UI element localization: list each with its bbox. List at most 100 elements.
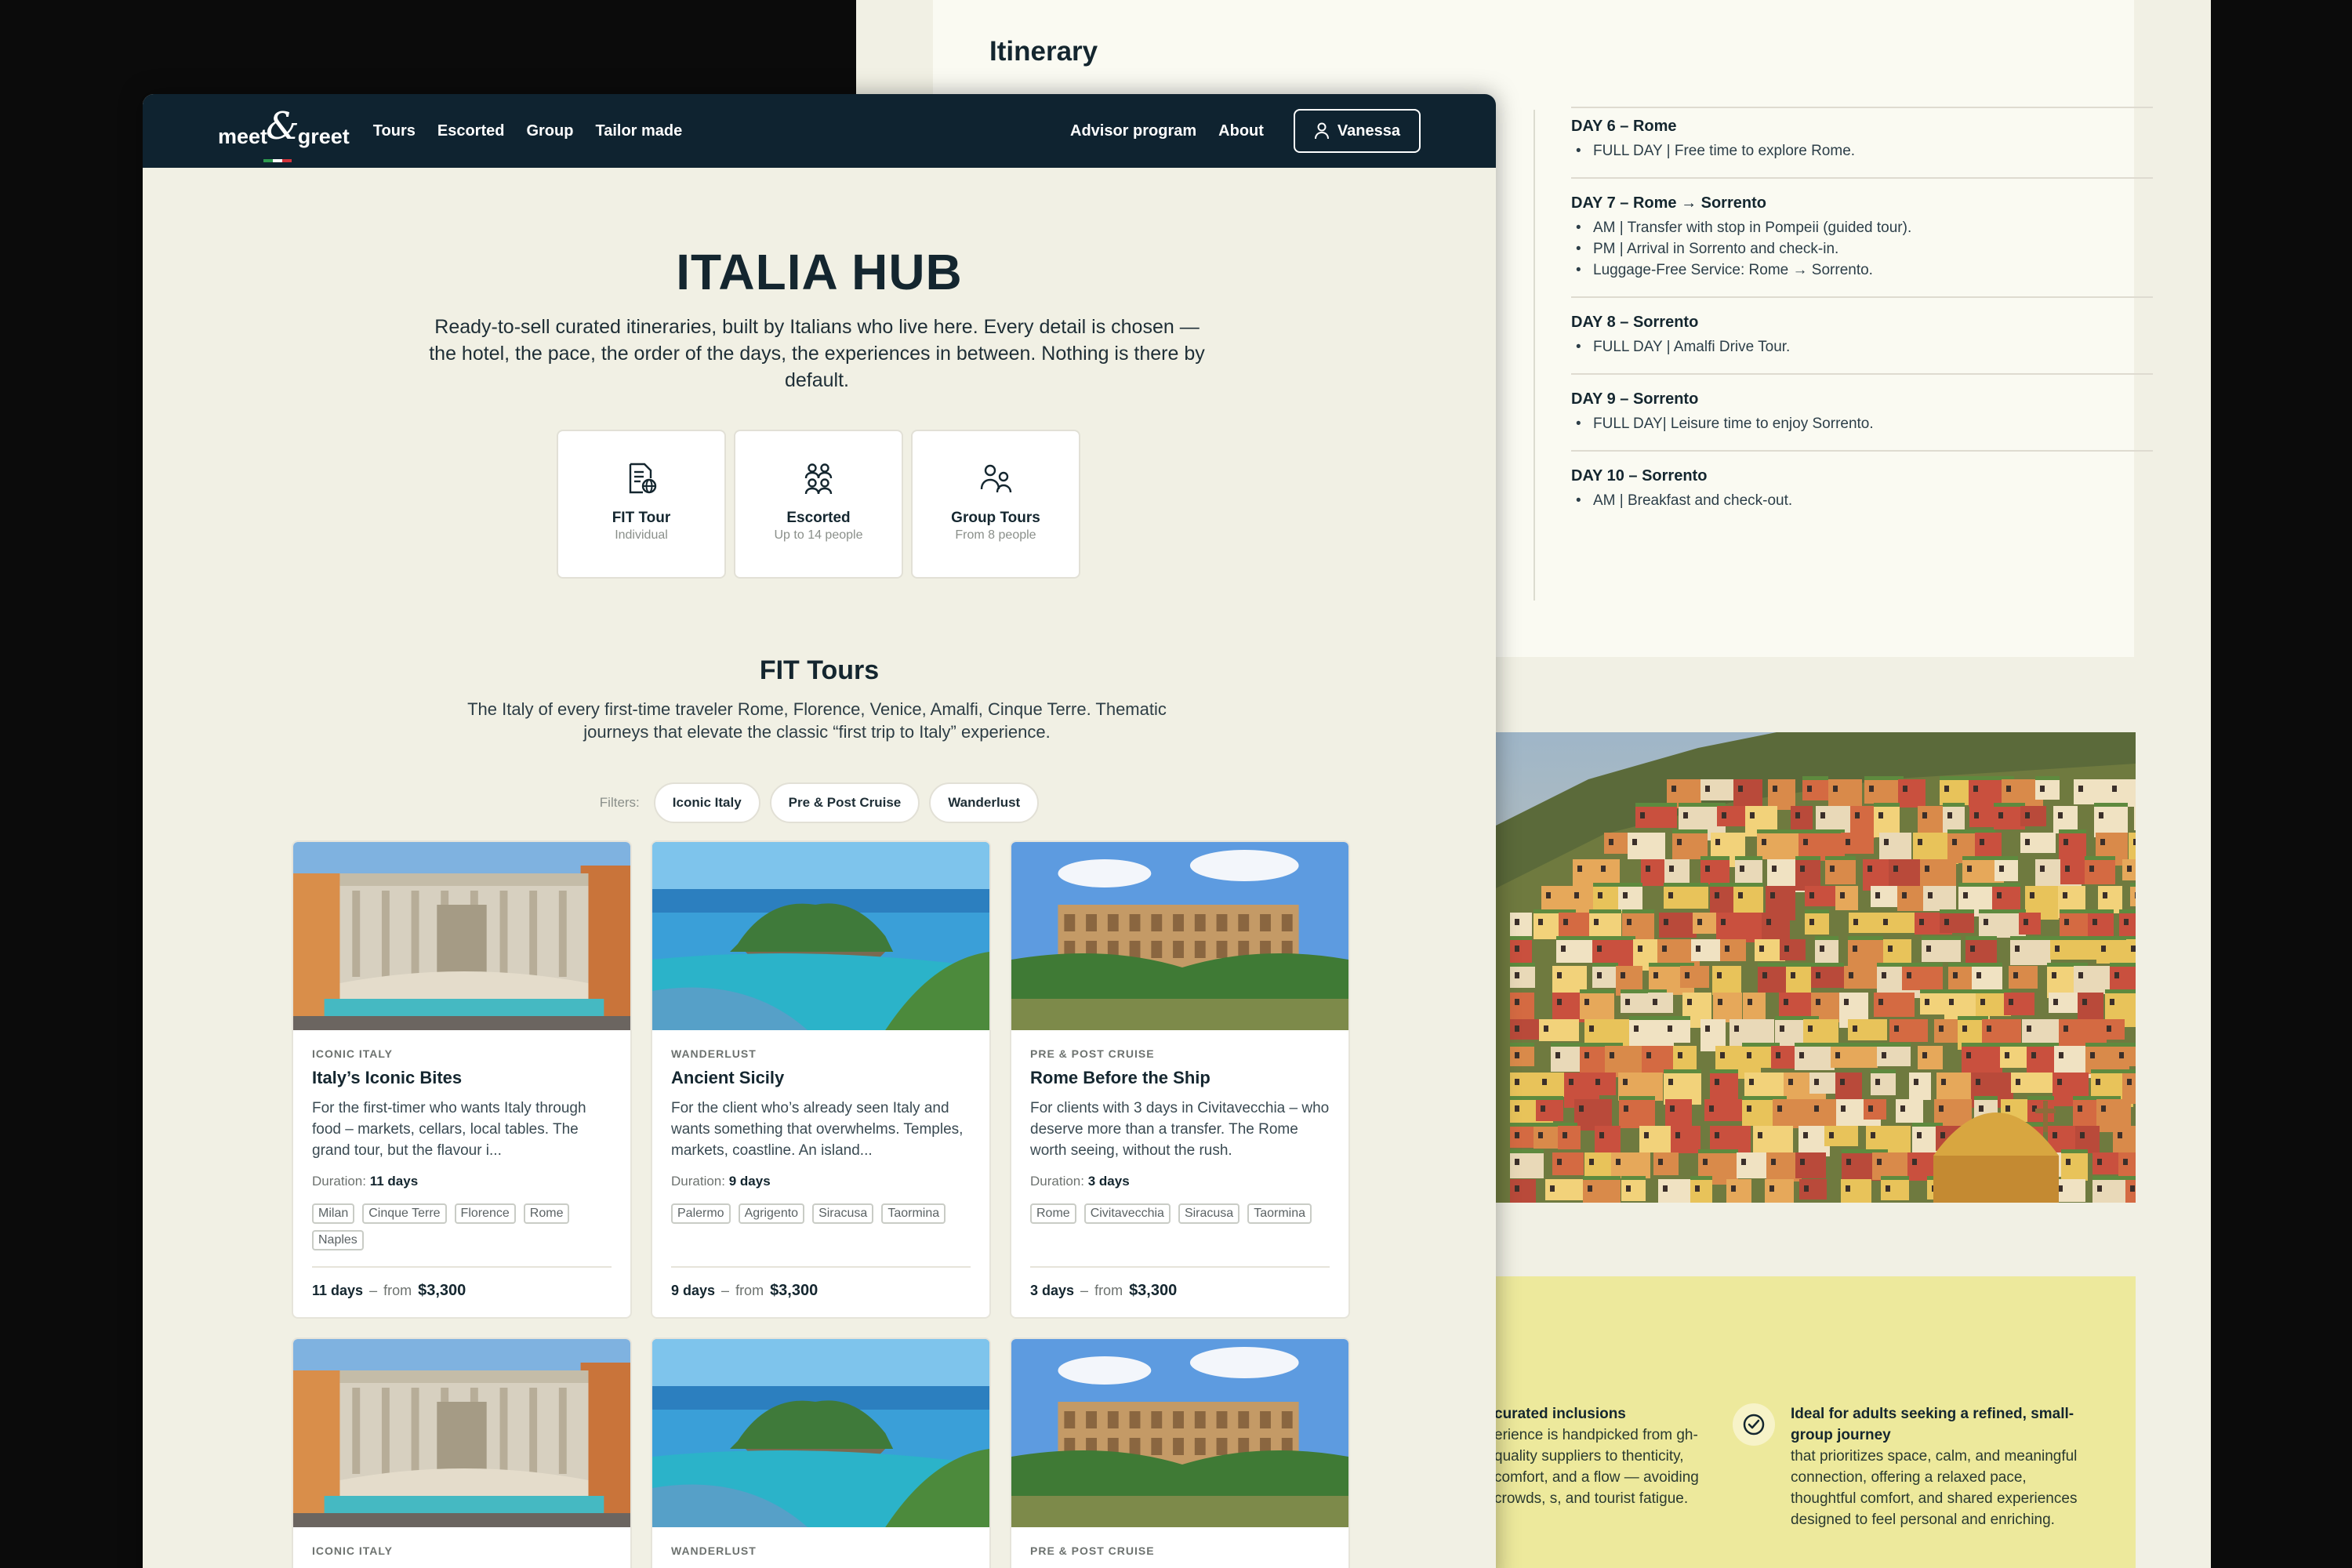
tour-duration-label: Duration: (312, 1174, 366, 1189)
trevi-fountain-photo (293, 842, 630, 1030)
italian-flag-stripe (263, 159, 292, 162)
itinerary-title: Itinerary (989, 36, 1098, 67)
tour-card[interactable]: Pre & Post Cruise Rome Before the Ship Fo… (1010, 840, 1350, 1319)
tour-type-cards: FIT Tour Individual Escorted Up to 14 pe… (557, 430, 1080, 579)
italia-hub-window: meet & greet Tours Escorted Group Tailor m… (143, 94, 1496, 1568)
type-card-title: Group Tours (951, 510, 1040, 526)
logo-text-meet: meet (218, 125, 268, 148)
itinerary-item: PM | Arrival in Sorrento and check-in. (1571, 238, 2153, 260)
itinerary-item: FULL DAY| Leisure time to enjoy Sorrento… (1571, 413, 2153, 434)
tour-duration-label: Duration: (671, 1174, 725, 1189)
tour-card[interactable]: Iconic Italy (292, 1338, 632, 1568)
tour-card-grid: Iconic Italy Italy’s Iconic Bites For the… (292, 840, 1350, 1568)
itinerary-day: DAY 7 – Rome → Sorrento AM | Transfer wit… (1571, 194, 2153, 298)
nav-link-tailor-made[interactable]: Tailor made (595, 122, 682, 140)
itinerary-day-items: FULL DAY| Leisure time to enjoy Sorrento… (1571, 413, 2153, 434)
type-card-fit-tour[interactable]: FIT Tour Individual (557, 430, 726, 579)
destination-tag: Florence (454, 1203, 516, 1224)
meet-greet-logo[interactable]: meet & greet (218, 104, 350, 162)
page-title: ITALIA HUB (676, 244, 963, 300)
tour-category: Iconic Italy (312, 1544, 394, 1557)
nav-link-advisor-program[interactable]: Advisor program (1070, 122, 1196, 140)
tour-from-label: from (735, 1283, 764, 1298)
colosseum-photo (1011, 1339, 1348, 1527)
tour-card[interactable]: Wanderlust (651, 1338, 991, 1568)
tour-category: Pre & Post Cruise (1030, 1544, 1155, 1557)
top-navbar: meet & greet Tours Escorted Group Tailor m… (143, 94, 1496, 168)
tour-description: For the client who’s already seen Italy … (671, 1100, 964, 1159)
tour-card[interactable]: Pre & Post Cruise (1010, 1338, 1350, 1568)
tour-name[interactable]: Rome Before the Ship (1030, 1068, 1330, 1088)
nav-link-tours[interactable]: Tours (373, 122, 416, 140)
filter-bar: Filters: Iconic Italy Pre & Post Cruise … (143, 782, 1496, 823)
tour-destination-tags: Palermo Agrigento Siracusa Taormina (671, 1203, 971, 1257)
tour-destination-tags: Rome Civitavecchia Siracusa Taormina (1030, 1203, 1330, 1257)
tour-price: $3,300 (418, 1282, 466, 1299)
section-title-fit-tours: FIT Tours (759, 655, 880, 685)
user-account-button[interactable]: Vanessa (1293, 109, 1421, 153)
itinerary-day-title: DAY 10 – Sorrento (1571, 467, 1708, 485)
filter-iconic-italy[interactable]: Iconic Italy (653, 782, 760, 823)
type-card-title: Escorted (786, 510, 851, 526)
destination-tag: Milan (312, 1203, 355, 1224)
check-circle-icon (1733, 1403, 1775, 1446)
tour-duration-value: 9 days (728, 1174, 771, 1189)
tour-category: Pre & Post Cruise (1030, 1047, 1155, 1060)
tour-name[interactable]: Italy’s Iconic Bites (312, 1068, 612, 1088)
logo-text-greet: greet (297, 125, 350, 148)
user-icon (1314, 122, 1329, 140)
nav-link-group[interactable]: Group (526, 122, 573, 140)
inclusions-panel: curated inclusions erience is handpicked… (1494, 1276, 2136, 1568)
inclusion-small-group: Ideal for adults seeking a refined, smal… (1791, 1403, 2089, 1530)
destination-tag: Palermo (671, 1203, 731, 1224)
section-description-fit-tours: The Italy of every first-time traveler R… (467, 699, 1167, 742)
type-card-subtitle: Up to 14 people (774, 528, 863, 542)
filter-pre-post-cruise[interactable]: Pre & Post Cruise (769, 782, 920, 823)
itinerary-day: DAY 9 – Sorrento FULL DAY| Leisure time t… (1571, 390, 2153, 452)
nav-link-escorted[interactable]: Escorted (437, 122, 505, 140)
itinerary-day-items: AM | Breakfast and check-out. (1571, 490, 2153, 511)
tour-duration-value: 11 days (369, 1174, 419, 1189)
tour-separator: – (369, 1283, 378, 1298)
sicily-coast-photo (652, 1339, 989, 1527)
tour-card-body: Pre & Post Cruise Rome Before the Ship Fo… (1011, 1030, 1348, 1317)
type-card-group-tours[interactable]: Group Tours From 8 people (911, 430, 1080, 579)
page-description: Ready-to-sell curated itineraries, built… (429, 316, 1205, 391)
tour-duration: Duration: 3 days (1030, 1174, 1330, 1189)
inclusion-curated-title: curated inclusions (1494, 1406, 1626, 1422)
tour-card[interactable]: Iconic Italy Italy’s Iconic Bites For the… (292, 840, 632, 1319)
tour-card[interactable]: Wanderlust Ancient Sicily For the client … (651, 840, 991, 1319)
tour-duration-value: 3 days (1087, 1174, 1130, 1189)
tour-description: For clients with 3 days in Civitavecchia… (1030, 1100, 1330, 1159)
tour-price: $3,300 (1129, 1282, 1178, 1299)
tour-destination-tags: Milan Cinque Terre Florence Rome Naples (312, 1203, 612, 1257)
filters-label: Filters: (599, 795, 640, 810)
tour-duration-label: Duration: (1030, 1174, 1084, 1189)
type-card-escorted[interactable]: Escorted Up to 14 people (734, 430, 903, 579)
nav-link-about[interactable]: About (1218, 122, 1264, 140)
logo-ampersand: & (266, 104, 299, 148)
destination-tag: Taormina (1247, 1203, 1312, 1224)
tour-card-body: Iconic Italy Italy’s Iconic Bites For the… (293, 1030, 630, 1317)
itinerary-day-items: FULL DAY | Free time to explore Rome. (1571, 140, 2153, 162)
itinerary-day-items: FULL DAY | Amalfi Drive Tour. (1571, 336, 2153, 358)
destination-tag: Rome (523, 1203, 570, 1224)
tour-category: Iconic Italy (312, 1047, 394, 1060)
filter-wanderlust[interactable]: Wanderlust (929, 782, 1040, 823)
destination-tag: Agrigento (738, 1203, 805, 1224)
tour-price-row: 3 days – from $3,300 (1030, 1266, 1330, 1300)
destination-tag: Siracusa (1178, 1203, 1240, 1224)
destination-tag: Civitavecchia (1083, 1203, 1171, 1224)
itinerary-day-list: DAY 6 – Rome FULL DAY | Free time to expl… (1571, 118, 2153, 543)
tour-price-row: 11 days – from $3,300 (312, 1266, 612, 1300)
destination-tag: Naples (312, 1230, 364, 1250)
itinerary-item: AM | Breakfast and check-out. (1571, 490, 2153, 511)
itinerary-item: Luggage-Free Service: Rome → Sorrento. (1571, 260, 2153, 281)
tour-days: 11 days (312, 1283, 364, 1298)
itinerary-day-title: DAY 6 – Rome (1571, 118, 1677, 135)
tour-name[interactable]: Ancient Sicily (671, 1068, 971, 1088)
tour-duration: Duration: 9 days (671, 1174, 971, 1189)
tour-from-label: from (1094, 1283, 1123, 1298)
destination-tag: Cinque Terre (362, 1203, 447, 1224)
users-icon (980, 464, 1012, 493)
